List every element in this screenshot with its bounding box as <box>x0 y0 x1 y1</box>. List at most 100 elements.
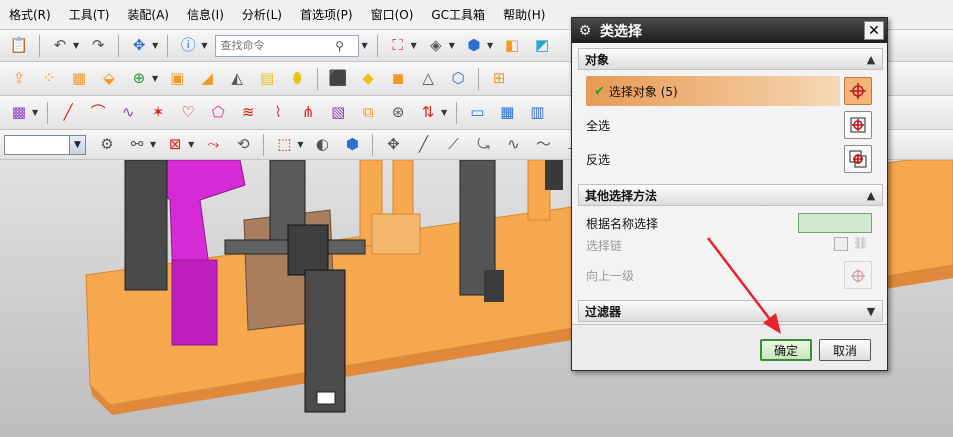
shaded-view-icon[interactable]: ◈ <box>424 34 448 58</box>
select-all-row[interactable]: 全选 <box>578 110 883 140</box>
view-orient-icon[interactable]: ⚙ <box>95 133 119 157</box>
section-object-header[interactable]: 对象 ▲ <box>578 48 883 70</box>
menu-assembly[interactable]: 装配(A) <box>118 0 178 30</box>
wave-snap-icon[interactable]: ∿ <box>501 133 525 157</box>
patch-icon[interactable]: ▭ <box>465 101 489 125</box>
arc-snap-icon[interactable]: ⤿ <box>471 133 495 157</box>
mesh-icon[interactable]: ▧ <box>326 101 350 125</box>
table-icon[interactable]: ▦ <box>495 101 519 125</box>
menu-info[interactable]: 信息(I) <box>178 0 233 30</box>
chevron-down-icon[interactable]: ▼ <box>449 41 455 50</box>
surface-icon[interactable]: ⇅ <box>416 101 440 125</box>
extrude-icon[interactable]: ⇪ <box>7 67 31 91</box>
chevron-down-icon[interactable]: ▼ <box>411 41 417 50</box>
chevron-down-icon[interactable]: ▼ <box>150 140 156 149</box>
bridge-icon[interactable]: ≋ <box>236 101 260 125</box>
menu-analysis[interactable]: 分析(L) <box>233 0 291 30</box>
chevron-up-icon[interactable]: ▲ <box>862 186 880 204</box>
chevron-down-icon[interactable]: ▼ <box>152 74 158 83</box>
chevron-down-icon[interactable]: ▼ <box>361 41 367 50</box>
chevron-down-icon[interactable]: ▼ <box>201 41 207 50</box>
shaded-select-icon[interactable]: ◐ <box>310 133 334 157</box>
select-objects-row[interactable]: ✔ 选择对象 (5) <box>586 76 840 106</box>
component-icon[interactable]: ⬙ <box>97 67 121 91</box>
redo-icon[interactable]: ↷ <box>86 34 110 58</box>
close-button[interactable]: ✕ <box>864 21 884 40</box>
face-icon[interactable]: ◆ <box>356 67 380 91</box>
fit-view-icon[interactable]: ⛶ <box>386 34 410 58</box>
cancel-button[interactable]: 取消 <box>819 339 871 361</box>
select-all-button[interactable] <box>844 111 872 139</box>
select-objects-button[interactable] <box>844 77 872 105</box>
menu-help[interactable]: 帮助(H) <box>494 0 554 30</box>
search-icon[interactable]: ⚲ <box>330 39 348 53</box>
menu-gc-toolbox[interactable]: GC工具箱 <box>422 0 494 30</box>
text-icon[interactable]: ▩ <box>7 101 31 125</box>
cylinder-icon[interactable]: ⬮ <box>285 67 309 91</box>
up-one-level-button[interactable] <box>844 261 872 289</box>
select-region-icon[interactable]: ⬚ <box>272 133 296 157</box>
project-icon[interactable]: ⬠ <box>206 101 230 125</box>
block-assembly-icon[interactable]: ▦ <box>67 67 91 91</box>
chain-checkbox[interactable] <box>834 237 848 251</box>
offset-curve-icon[interactable]: ♡ <box>176 101 200 125</box>
snap-icon[interactable]: ⚯ <box>125 133 149 157</box>
tangent-icon[interactable]: ⟋ <box>441 133 465 157</box>
chevron-down-icon[interactable]: ▼ <box>441 108 447 117</box>
pyramid-icon[interactable]: △ <box>416 67 440 91</box>
move-icon[interactable]: ✥ <box>127 34 151 58</box>
box-view-icon[interactable]: ⬢ <box>462 34 486 58</box>
chevron-down-icon[interactable]: ▼ <box>152 41 158 50</box>
invert-selection-row[interactable]: 反选 <box>578 144 883 174</box>
wcs-icon[interactable]: ◩ <box>530 34 554 58</box>
filter-icon[interactable]: ⊠ <box>163 133 187 157</box>
chevron-down-icon[interactable]: ▼ <box>69 135 85 154</box>
undo-icon[interactable]: ↶ <box>48 34 72 58</box>
menu-format[interactable]: 格式(R) <box>0 0 60 30</box>
line-snap-icon[interactable]: ✥ <box>381 133 405 157</box>
add-component-icon[interactable]: ⊕ <box>127 67 151 91</box>
orange-face-icon[interactable]: ◼ <box>386 67 410 91</box>
join-icon[interactable]: ⋔ <box>296 101 320 125</box>
menu-tools[interactable]: 工具(T) <box>60 0 119 30</box>
point-icon[interactable]: ✶ <box>146 101 170 125</box>
report-icon[interactable]: ▥ <box>525 101 549 125</box>
menu-window[interactable]: 窗口(O) <box>362 0 423 30</box>
rotate-icon[interactable]: ⟲ <box>231 133 255 157</box>
chamfer-icon[interactable]: ◭ <box>225 67 249 91</box>
shell-icon[interactable]: ▤ <box>255 67 279 91</box>
pattern-icon[interactable]: ⁘ <box>37 67 61 91</box>
chevron-down-icon[interactable]: ▼ <box>487 41 493 50</box>
ruled-icon[interactable]: ⌇ <box>266 101 290 125</box>
command-search[interactable]: ⚲ <box>215 34 360 57</box>
studio-icon[interactable]: ⊛ <box>386 101 410 125</box>
chevron-down-icon[interactable]: ▼ <box>32 108 38 117</box>
assembly-new-icon[interactable]: ⊞ <box>487 67 511 91</box>
section-other-methods-header[interactable]: 其他选择方法 ▲ <box>578 184 883 206</box>
info-icon[interactable]: ⓘ <box>176 34 200 58</box>
box-select-icon[interactable]: ⬢ <box>340 133 364 157</box>
line-icon[interactable]: ╱ <box>56 101 80 125</box>
chevron-down-icon[interactable]: ▼ <box>188 140 194 149</box>
menu-preferences[interactable]: 首选项(P) <box>291 0 362 30</box>
section-filter-header[interactable]: 过滤器 ▼ <box>578 300 883 322</box>
blend-icon[interactable]: ◢ <box>195 67 219 91</box>
invert-selection-button[interactable] <box>844 145 872 173</box>
wire-icon[interactable]: ⬡ <box>446 67 470 91</box>
chevron-up-icon[interactable]: ▲ <box>862 50 880 68</box>
layer-icon[interactable]: ◧ <box>500 34 524 58</box>
arc-icon[interactable]: ⌒ <box>86 101 110 125</box>
cube-icon[interactable]: ⬛ <box>326 67 350 91</box>
move-point-icon[interactable]: ⤳ <box>201 133 225 157</box>
ok-button[interactable]: 确定 <box>760 339 812 361</box>
paste-icon[interactable]: 📋 <box>7 34 31 58</box>
gear-icon[interactable]: ⚙ <box>576 22 594 40</box>
type-filter-combo[interactable]: ▼ <box>4 134 86 155</box>
chevron-down-icon[interactable]: ▼ <box>73 41 79 50</box>
chevron-down-icon[interactable]: ▼ <box>862 302 880 320</box>
spline-snap-icon[interactable]: 〜 <box>531 133 555 157</box>
chevron-down-icon[interactable]: ▼ <box>297 140 303 149</box>
search-input[interactable] <box>220 39 331 52</box>
spline-icon[interactable]: ∿ <box>116 101 140 125</box>
curve-snap-icon[interactable]: ╱ <box>411 133 435 157</box>
